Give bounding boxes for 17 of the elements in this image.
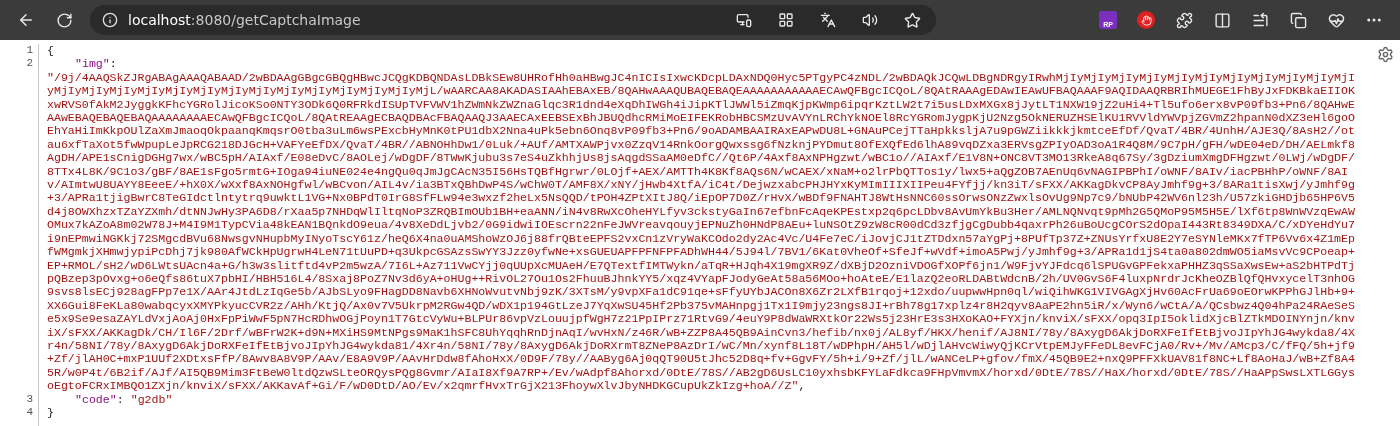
json-punctuation: } [47, 405, 54, 419]
json-punctuation: { [47, 44, 54, 57]
json-key: "img" [75, 57, 110, 71]
refresh-icon [55, 11, 73, 29]
url-text: localhost:8080/getCaptchaImage [128, 12, 362, 28]
info-icon [102, 12, 118, 28]
json-punctuation: : [109, 57, 117, 71]
json-string: "g2db" [130, 392, 173, 406]
json-string: "/9j/4AAQSkZJRgABAgAAAQABAAD/2wBDAAgGBgcGBQgHBwcJCQgKDBQNDAsLDBkSEw8UHRofHh0aHBwgJC4nICIsIxwcKDcpLDAxNDQ0Hyc5PTgyPC4zNDL/2wBDAQkJCQwLDBgNDRgyIRwhMjIyMjIyMjIyMjIyMjIyMjIyMjIyMjIyMjIyMjIyMjIyMjIyMjIyMjIyMjIyMjIyMjIyMjIyMjIyMjIyMjIyMjIyMjIyMjIyMjL/wAARCAA8AKADASIAAhEBAxEB/8QAHwAAAQUBAQEBAQEAAAAAAAAAAAECAwQFBgcICQoL/8QAtRAAAgEDAwIEAwUFBAQAAAF9AQIDAAQRBRIhMUEGE1FhByJxFDKBkaEIIOKxwRVS0fAkM2JyggkKFhcYGRolJicoKSo0NTY3ODk6Q0RFRkdISUpTVFVWV1hZWmNkZWZnaGlqc3R1dnd4eXqDhIWGh4iJipKTlJWWl5iZmqKjpKWmp6ipqrKztLW2t7i5usLDxMXGx8jJytLT1NXW19jZ2uHi4+Tl5ufo6erx8vP09fb3+Pn6/8QAHwEAAwEBAQEBAQEBAQAAAAAAAAECAwQFBgcICQoL/8QAtREAAgECBAQDBAcFBAQAAQJ3AAECAxEEBSExBhJBUQdhcRMiMoEIFEKRobHBCSMzUvAVYnLRChYkNOEl8RcYGRomJygpKjU2Nzg5OkNERUZHSElKU1RVVldYWVpjZGVmZ2hpanN0dXZ3eHl6goOEhYaHiImKkpOUlZaXmJmaoqOkpaanqKmqsrO0tba3uLm6wsPExcbHyMnK0tPU1dbX2Nna4uPk5ebn6Onq8vP09fb3+Pn6/9oADAMBAAIRAxEAPwDU8L+GNAuPCejTTaHpkksljA7u9pGWZiikkkjkmtceEfDf/QvaT/4BR/4UnhH/AJE3Q/8AsH2//otau6xfTaXot5fwWpupLeJpRCG218DJGcH+VAFYeEfDX/QvaT/4BR//ABNOHhDw1/0Luk/+AUf/AMTXAWPjvx0ZzqV14RnkOorgQwxssg6fNzknjPYDmut8OfEXQfEd6lhA89vqDZxa3ERVsgZPIyOAD3oA1R4Q8M/9C7pH/gFH/wDE04eD/DH/AELmkf8AgDH/APE1sCnigDGHg7wx/wBC5pH/AIAxf/E08eDvC/8AOLej/wDgDF/8TWwKjubu3s7eS4uZkhhjUs8jsAqgdSSaAM0eDfC//Qt6P/4Axf8AxNPHgzwt/wBC1o//AIAxf/E1V8N+ONC8VT3MO13RkeA8q67Sy/3gDziumXmgDFHgzwt/0LWj/wDgDF/8TTx4L8K/9C1o3/gBF/8AE1sFgo5rmtG+IOga94iuNE024e4ngQu0qJmJgCAcN35I56HsTQBfHgrwr/0LOjf+AEX/AMTTh4K8Kf8AQs6N/wCAEX/xNaM+o2lrPbQTTos1y/lwx5+aQgZOB7AEnUq6vNAGIPBPhI/oWNF/8AIv/iacPBHhP/oWNF/8AIv/AImtwU8UAYY8EeeE/+hX0X/wXxf8AxNOHgfwl/wBCvon/AIL4v/ia3BTxQBhDwP4S/wChW0T/AMF8X/xNY/jHwb4XtfA/iC4t/DejwzxabcPHJHYxKyMImIIIXIIPeu4FYfjj/kn3iT/sFXX/AKKagDkvCP8AyJmhf9g+3/8ARa1tisXwj/yJmhf9g+3/APRa1tjigBwrC8TeGIdctlntytrq9uwktL1VG+Nx0BPdT0IrG8SfFLw94e3wxzf2heLx5NsQQD/tPOH4ZPtXItJ8Q/iEpOP7D0Z/rHvX/wBDf9FNAHTJ8WtHsNNC60ssOrwsONzZwxlsOvUg9Np7c9/bNUbP42WV6nl23h/U57zkiGHDjb65HP6V5d4j8OWXhzxTZaYZXmh/dtNNJwHy3PA6D8/rXaa5p7NHDqWlIltqNoP3ZRQBImOUb1BH+eaANN/iN4v8RwXcOheHYLfyv3ckstyGaIn67efbnFcAqeKPEstxp2q6pcLDbv8AvUmYkBu3Her/AMLNQNvqt9pMh2G5QMoP95M5H5E/lXf6tp8WnWVzqEwAWOMux7kAZoA8m02W78J+M4I9M1TypCVia48kEAN1BQnkdO9eua/4v8XeDdLjvb2/0G9idwiIOEscrn22nFeJWVreavqouyjEPNuZh0HNdP8AEu+luNSOtZ9zW8cR00dCd3zfjgCgDubb4qaxrPh26uBoUcgCOrS2dOpaI443Rt8349DXA/C/xDYeHdYu7i9nEPmwiNGKkj72SMgcdBVu68NwsgvNHupbMyINyoTscY61z/heQ6X4na0uAMShoWzOJ6j88frQBteEPFS2vxCn1zVryWaKCOdo2dy2Ac4Vc/U4Fe7eC/iJovjCJ1tZTDdxn57aYgPj+8PUfTp37Z+ZNUsYrfxU8E2Y7eSYNleMKx7fTP6Vv6x4Z1mEpfWMgmkjXHmwjypiPcDhj7jk980AfWCkHpUgrwH4LeN71tUuPD+q3UkpcGSAzsSwYY3Jzz0yfwNe+xsGUEUAPFPFNFPFADhWH44/5J94l/7BV1/6Kat0VheOf+SfeJf+wVdf+imoA5Pwj/yJmhf9g+3/APRa1d1jS4ta0a802dmWO5iaMsvVc9CPoeap+EP+RMOL/sH2/wD6LWtsUAcn4a+G/h3w3slitftd4vP2m5wzA/7I6L+Az711VwCYjj0qUUpXcMUAeH/E7QTextfIMTWykn/aTqR+HJqh4X19mgXR9Z/dXBjD2OzniVDOGfXOPf6jn1/W9FjvYJFdcq6lSPUGvGPFekxaPHHZ3qSSaXwsEw+aS2bHTPdTjpQBzep3pOvxg+o6eQfs86tuX7pbHI/HBH516L4/8Sxaj8PoZ7Nv3d6yA+oHUg++RivOL27Ou1Os2FhuuBJhnkYY5/xqz4VYapFJodyGeAt58a56MOo+hoAteE/E1lazQ2eoRLDABtWdcnB/2h/UV0GvS6F4luxpNrdrJcKheOZBlQfQHvxycelT3nhOG9svs8lsECj928agFPp7e1X/AAr4JtdLzIqGe5b/AJbSLyo9FHagDD8Navb6XHNoWvutvNbj9zK/3XTsM/y9vpXFa1dC91qe+sFfyUYbJACOn8X6Zr2LXfB1rqoj+12xdo/uupwwHpn0ql/wiQihWKG1VIVGAgXjHv60AcFrUa69oEOrwKPPhGJlHb+9+XX6Gui8FeKLa80wabqcyxXMYPkyucCVR2z/AHh/KtjQ/Ax0v7V5UkrpM2RGw4QD/wDX1p194GtLzeJ7YqXwSU45Hf2Pb375vMAHnpgj1Tx1I9mjy23ngs8JI+rBh78g17xplz4r8H2qyv8AaPE2hn5iR/x/Wyn6/wCtA/A/QCsbwz4Q04hPa24RAeSeSe5x9Se9esaZAYLdVxjAoAj0HxFpPiWwF5pN7HcRDhwOGjPoyn1T7GtcVyWu+BLPUr86vpVzLouujpfWgH7z21PpIPrz71RtvG9/4euY9P8dWaWRXtkOr22Ws5j23HrE3s3HXoKAO+FYXjn/knviX/sFXX/opq3IpI5oklidXjcBlZTkMDOINYnjn/knviX/sFXX/AKKagDk/CH/Il6F/2Drf/wBFrW2K+d9N+MXiHS9MtNPgs9MaK1hSFC8UhYqqhRnDjnAqI/wvHxN/z46R/wB+ZZP8A45QB9AinCvn3/hefib/nx0j/AL8yf/HKX/henif/AJ8NI/78y/8AxygD6AkjDoRXFeIfEtBjvoJIpYhJG4wykda8/4Xr4n/58NI/78y/8AxygD6AkjDoRXFeIfEtBjvoJIpYhJG4wykda81/4Xr4n/58NI/78y/8AxygD6AkjDoRXrmT8ZNeP8AzDrI/wC/Mn/xynf8L18T/wDPhpH/AH5l/wDjlAHvcWiwyQjKCrVtpEMJyFFeDL8evFCjA0/Rv+/Mv/AMcp3/C/fFQ/5h+jf9+Zf/jlAH0C+mxP1UUf2XDtxsFfP/8Awv8A8V9P/AAv/E8A9V9P/AAvHrDdw8fAhoHxX/0D9F/78y//AAByg6Aj0qQT90U5tJhc52D8q+fv+GgvFY/5h+i/9+Zf/jlL/wANCeLP+gfov/fmX/45QB9E2+nxQ9PFFXkUAV81f8NC+Lf8AoHaJ/wB+Zf8A45R/w0P4t/6B2if/AJf/AI5QB9Mim3FtBeW0ltdQzwSLteORQysPQg8Gvmr/AIaI8Xf9A7RP+/Ev/wAdpf8Ahorxd/0DtE/78S//AB2gD6UsLC10yxhsbKFYLaFdkca9FHpVmvmX/horxd/0DtE/78S//HaX/horxd/0DtE/78S//HaAPpSwsLXTLGGysoEgtoFCRxIMBQO1ZXjn/knviX/sFXX/AKKavAf+Gi/F/wD0DtD/AO/Ev/x2qmrfHvxTrGjX213FhoywXlvJbyNHDKGCupUkZkIzg+hoA//Z", [47, 70, 1356, 393]
line-number: 4 [25, 405, 33, 420]
line-number: 2 [25, 57, 33, 71]
json-key: "code" [75, 392, 117, 406]
address-bar[interactable]: localhost:8080/getCaptchaImage [90, 5, 936, 35]
line-number: 3 [25, 392, 33, 406]
line-number: 1 [25, 44, 33, 58]
settings-icon[interactable] [1377, 46, 1394, 63]
json-punctuation: : [116, 392, 124, 406]
